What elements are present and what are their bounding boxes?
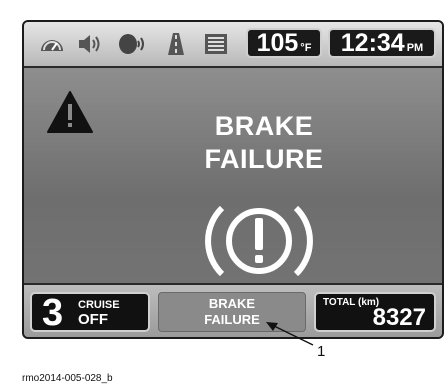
odometer-value: 8327 xyxy=(372,304,426,331)
alert-message: BRAKE FAILURE xyxy=(164,110,364,176)
alert-message-line2: FAILURE xyxy=(204,144,324,174)
voice-command-icon[interactable] xyxy=(118,31,146,57)
clock-period: PM xyxy=(406,42,424,54)
brake-status-line1: BRAKE xyxy=(208,296,256,311)
speedometer-icon[interactable] xyxy=(38,31,66,57)
alert-area: BRAKE FAILURE xyxy=(24,68,442,283)
brake-status-line2: FAILURE xyxy=(204,312,260,327)
warning-triangle-icon xyxy=(47,91,93,133)
bottom-status-bar: 3 CRUISE OFF BRAKE FAILURE TOTAL (km) 83… xyxy=(24,283,442,337)
figure-id: rmo2014-005-028_b xyxy=(22,373,113,384)
brake-status-message: BRAKE FAILURE xyxy=(158,292,306,332)
clock-time: 12:34 xyxy=(340,29,405,57)
top-status-bar: 105 °F 12:34 PM xyxy=(24,22,442,68)
alert-message-line1: BRAKE xyxy=(214,111,314,141)
cruise-label: CRUISE xyxy=(78,299,120,311)
road-icon[interactable] xyxy=(162,31,190,57)
list-menu-icon[interactable] xyxy=(202,31,230,57)
callout-number: 1 xyxy=(317,343,326,360)
cruise-number: 3 xyxy=(42,292,64,334)
brake-warning-icon xyxy=(205,205,313,277)
speaker-volume-icon[interactable] xyxy=(76,31,104,57)
odometer-label: TOTAL (km) xyxy=(323,297,380,308)
temperature-unit: °F xyxy=(300,42,312,54)
cruise-state: OFF xyxy=(78,311,108,328)
temperature-value: 105 xyxy=(256,29,299,57)
temperature-display: 105 °F xyxy=(246,28,322,58)
cruise-status: 3 CRUISE OFF xyxy=(30,292,150,332)
odometer-total: TOTAL (km) 8327 xyxy=(314,292,436,332)
clock-display: 12:34 PM xyxy=(328,28,436,58)
display-screen: 105 °F 12:34 PM BRAKE FAILURE 3 CRUISE O… xyxy=(22,20,444,339)
